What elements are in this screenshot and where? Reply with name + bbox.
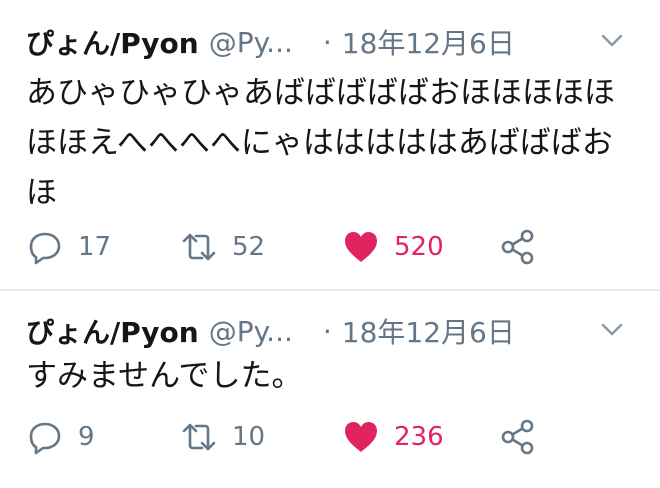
retweet-icon xyxy=(180,228,218,266)
tweet-actions: 9 10 236 xyxy=(26,415,640,459)
separator-dot: · xyxy=(322,25,332,59)
share-button[interactable] xyxy=(499,418,537,456)
tweet-text: あひゃひゃひゃあばばばばばおほほほほほほほえへへへへにゃはははははあばばばおほ xyxy=(26,75,615,211)
retweet-button[interactable]: 52 xyxy=(180,228,342,266)
user-handle[interactable]: @Py... xyxy=(209,315,293,348)
user-handle[interactable]: @Py... xyxy=(209,26,293,59)
heart-icon xyxy=(342,228,380,266)
reply-count: 17 xyxy=(78,232,112,262)
like-button[interactable]: 236 xyxy=(342,418,499,456)
reply-icon xyxy=(26,418,64,456)
tweet-header: ぴょん/Pyon @Py... · 18年12月6日 xyxy=(26,22,640,62)
share-icon xyxy=(499,418,537,456)
share-icon xyxy=(499,228,537,266)
heart-icon xyxy=(342,418,380,456)
separator-dot: · xyxy=(322,314,332,348)
timeline: ぴょん/Pyon @Py... · 18年12月6日 あひゃひゃひゃあばばばばば… xyxy=(0,0,660,488)
display-name[interactable]: ぴょん/Pyon xyxy=(26,22,199,62)
tweet[interactable]: ぴょん/Pyon @Py... · 18年12月6日 あひゃひゃひゃあばばばばば… xyxy=(0,0,660,290)
reply-count: 9 xyxy=(78,422,95,452)
tweet-date[interactable]: 18年12月6日 xyxy=(342,311,515,351)
like-count: 236 xyxy=(394,422,444,452)
reply-icon xyxy=(26,228,64,266)
tweet-text: すみませんでした。 xyxy=(26,358,303,394)
retweet-icon xyxy=(180,418,218,456)
retweet-count: 52 xyxy=(232,232,266,262)
tweet-date[interactable]: 18年12月6日 xyxy=(342,22,515,62)
reply-button[interactable]: 17 xyxy=(26,228,180,266)
retweet-count: 10 xyxy=(232,422,266,452)
share-button[interactable] xyxy=(499,228,537,266)
tweet-actions: 17 52 520 xyxy=(26,225,640,269)
tweet[interactable]: ぴょん/Pyon @Py... · 18年12月6日 すみませんでした。 9 1… xyxy=(0,290,660,488)
like-count: 520 xyxy=(394,232,444,262)
reply-button[interactable]: 9 xyxy=(26,418,180,456)
display-name[interactable]: ぴょん/Pyon xyxy=(26,311,199,351)
tweet-header: ぴょん/Pyon @Py... · 18年12月6日 xyxy=(26,311,640,351)
retweet-button[interactable]: 10 xyxy=(180,418,342,456)
like-button[interactable]: 520 xyxy=(342,228,499,266)
chevron-down-icon[interactable] xyxy=(598,26,626,54)
chevron-down-icon[interactable] xyxy=(598,315,626,343)
